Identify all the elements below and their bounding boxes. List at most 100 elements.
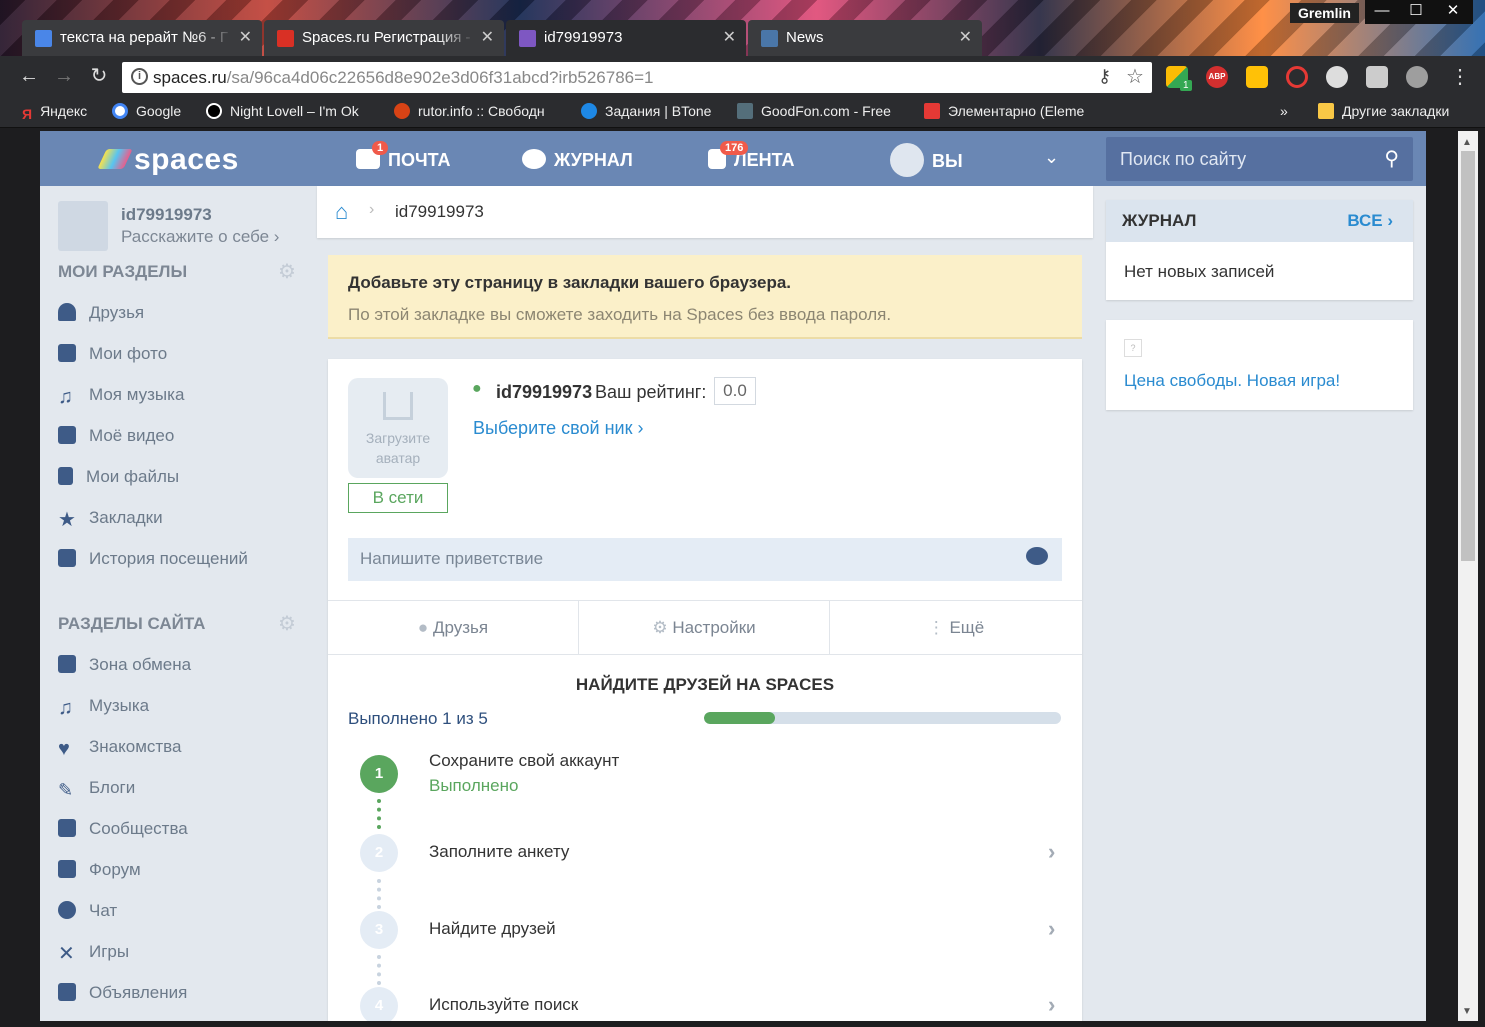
sidebar-item-bookmarks[interactable]: ★ Закладки xyxy=(58,508,163,548)
choose-nick-link[interactable]: Выберите свой ник › xyxy=(473,418,643,439)
tab-more[interactable]: ⋮ Ещё xyxy=(830,601,1082,654)
tab-vk[interactable]: News ✕ xyxy=(748,20,982,56)
minimize-button[interactable]: — xyxy=(1365,0,1399,24)
menu-icon[interactable]: ⋮ xyxy=(1450,64,1470,89)
gear-icon[interactable]: ⚙ xyxy=(278,259,296,284)
upload-avatar-button[interactable]: Загрузите аватар xyxy=(348,378,448,478)
chevron-right-icon[interactable]: › xyxy=(1048,839,1055,865)
step-link-find-friends[interactable]: Найдите друзей xyxy=(429,919,556,939)
gear-ext-icon[interactable] xyxy=(1326,66,1348,88)
maximize-button[interactable]: ☐ xyxy=(1399,0,1433,24)
sidebar-item-chat[interactable]: Чат xyxy=(58,901,117,941)
sidebar-item-dating[interactable]: ♥ Знакомства xyxy=(58,737,181,777)
bookmark-google[interactable]: Google xyxy=(112,103,181,119)
scrollbar-thumb[interactable] xyxy=(1461,151,1475,561)
nav-mail[interactable]: ПОЧТА xyxy=(356,149,450,171)
star-icon[interactable]: ☆ xyxy=(1126,64,1144,89)
star-icon: ★ xyxy=(58,509,76,531)
bookmark-ext-icon[interactable] xyxy=(1246,66,1268,88)
step-number: 4 xyxy=(360,987,398,1021)
sidebar-item-forum[interactable]: Форум xyxy=(58,860,141,900)
swords-icon: ✕ xyxy=(58,943,75,965)
step-link-search[interactable]: Используйте поиск xyxy=(429,995,578,1015)
sidebar-about-link[interactable]: Расскажите о себе › xyxy=(121,227,279,247)
search-input[interactable] xyxy=(1120,149,1360,170)
sidebar-item-ads[interactable]: Объявления xyxy=(58,983,187,1021)
scroll-down-icon[interactable]: ▼ xyxy=(1462,1006,1472,1017)
tab-settings[interactable]: ⚙ Настройки xyxy=(579,601,830,654)
sidebar-username[interactable]: id79919973 xyxy=(121,205,212,225)
globe-icon[interactable] xyxy=(1406,66,1428,88)
bookmark-btone[interactable]: Задания | BTone xyxy=(581,103,711,119)
sidebar-item-exchange[interactable]: Зона обмена xyxy=(58,655,191,695)
chevron-right-icon[interactable]: › xyxy=(1048,916,1055,942)
video-icon xyxy=(58,426,76,444)
sidebar-item-communities[interactable]: Сообщества xyxy=(58,819,188,859)
progress-fill xyxy=(704,712,776,724)
close-icon[interactable]: ✕ xyxy=(239,27,252,47)
tab-gmail[interactable]: Spaces.ru Регистрация - ✕ xyxy=(264,20,504,56)
sidebar-item-site-music[interactable]: ♫ Музыка xyxy=(58,696,149,736)
broken-image-icon: ? xyxy=(1124,339,1142,357)
close-icon[interactable]: ✕ xyxy=(481,27,494,47)
back-button[interactable]: ← xyxy=(16,63,42,89)
sidebar-item-photos[interactable]: Мои фото xyxy=(58,344,167,384)
sidebar-item-music[interactable]: ♫ Моя музыка xyxy=(58,385,184,425)
nav-you[interactable]: ВЫ xyxy=(890,143,963,177)
sidebar-item-history[interactable]: История посещений xyxy=(58,549,248,589)
journal-all-link[interactable]: ВСЕ › xyxy=(1347,211,1393,231)
chevron-down-icon[interactable]: ⌄ xyxy=(1044,147,1059,168)
profile-user-label[interactable]: Gremlin xyxy=(1290,3,1359,23)
more-vertical-icon: ⋮ xyxy=(927,618,945,637)
spaces-icon xyxy=(519,30,536,47)
scrollbar[interactable]: ▲ ▼ xyxy=(1458,131,1478,1021)
bookmark-rutor[interactable]: rutor.info :: Свободн xyxy=(394,103,564,119)
sidebar-item-video[interactable]: Моё видео xyxy=(58,426,174,466)
bookmark-other-folder[interactable]: Другие закладки xyxy=(1318,103,1449,119)
progress-text: Выполнено 1 из 5 xyxy=(348,709,488,728)
sidebar-item-games[interactable]: ✕ Игры xyxy=(58,942,129,982)
bookmark-yandex[interactable]: Я Яндекс xyxy=(22,103,87,122)
tab-spaces[interactable]: id79919973 ✕ xyxy=(506,20,746,56)
tab-friends[interactable]: ● Друзья xyxy=(328,601,579,654)
step-link-profile[interactable]: Заполните анкету xyxy=(429,842,569,862)
gmail-icon xyxy=(277,30,294,47)
key-icon[interactable]: ⚷ xyxy=(1098,66,1111,87)
spaces-logo[interactable]: spaces xyxy=(97,143,239,177)
chevron-right-icon[interactable]: › xyxy=(1048,992,1055,1018)
home-icon[interactable]: ⌂ xyxy=(335,199,348,225)
bookmark-night-lovell[interactable]: Night Lovell – I'm Ok xyxy=(206,103,376,119)
target-icon[interactable] xyxy=(1286,66,1308,88)
sidebar-item-friends[interactable]: Друзья xyxy=(58,303,144,343)
sidebar-item-blogs[interactable]: ✎ Блоги xyxy=(58,778,135,818)
sidebar-avatar[interactable] xyxy=(58,201,108,251)
chat-bubble-icon xyxy=(522,149,546,169)
my-sections-title: МОИ РАЗДЕЛЫ xyxy=(58,262,188,281)
extension-badge: 1 xyxy=(1180,80,1192,91)
speech-bubble-icon[interactable] xyxy=(1026,547,1048,565)
footprints-icon xyxy=(58,549,76,567)
close-icon[interactable]: ✕ xyxy=(723,27,736,47)
tab-docs[interactable]: текста на рерайт №6 - Г ✕ xyxy=(22,20,262,56)
find-friends-title: НАЙДИТЕ ДРУЗЕЙ НА SPACES xyxy=(575,675,835,694)
reload-button[interactable]: ↻ xyxy=(86,63,112,89)
bookmarks-more[interactable]: » xyxy=(1280,103,1288,119)
adblock-icon[interactable]: ABP xyxy=(1206,66,1228,88)
forward-button[interactable]: → xyxy=(51,63,77,89)
bookmark-goodfon[interactable]: GoodFon.com - Free xyxy=(737,103,905,119)
search-icon[interactable]: ⚲ xyxy=(1384,146,1399,171)
nav-journal[interactable]: ЖУРНАЛ xyxy=(522,149,633,171)
upload-avatar-label: Загрузите аватар xyxy=(365,430,431,466)
greeting-field[interactable]: Напишите приветствие xyxy=(348,538,1062,581)
close-icon[interactable]: ✕ xyxy=(959,27,972,47)
close-window-button[interactable]: ✕ xyxy=(1433,0,1473,24)
journal-empty-text: Нет новых записей xyxy=(1124,262,1275,281)
scroll-up-icon[interactable]: ▲ xyxy=(1462,137,1472,148)
cube-icon[interactable] xyxy=(1366,66,1388,88)
sidebar-item-files[interactable]: Мои файлы xyxy=(58,467,179,507)
bookmark-elementary[interactable]: Элементарно (Eleme xyxy=(924,103,1096,119)
gear-icon[interactable]: ⚙ xyxy=(278,611,296,636)
info-icon[interactable]: i xyxy=(131,68,148,85)
progress-bar xyxy=(704,712,1061,724)
ad-link[interactable]: Цена свободы. Новая игра! xyxy=(1124,371,1340,391)
